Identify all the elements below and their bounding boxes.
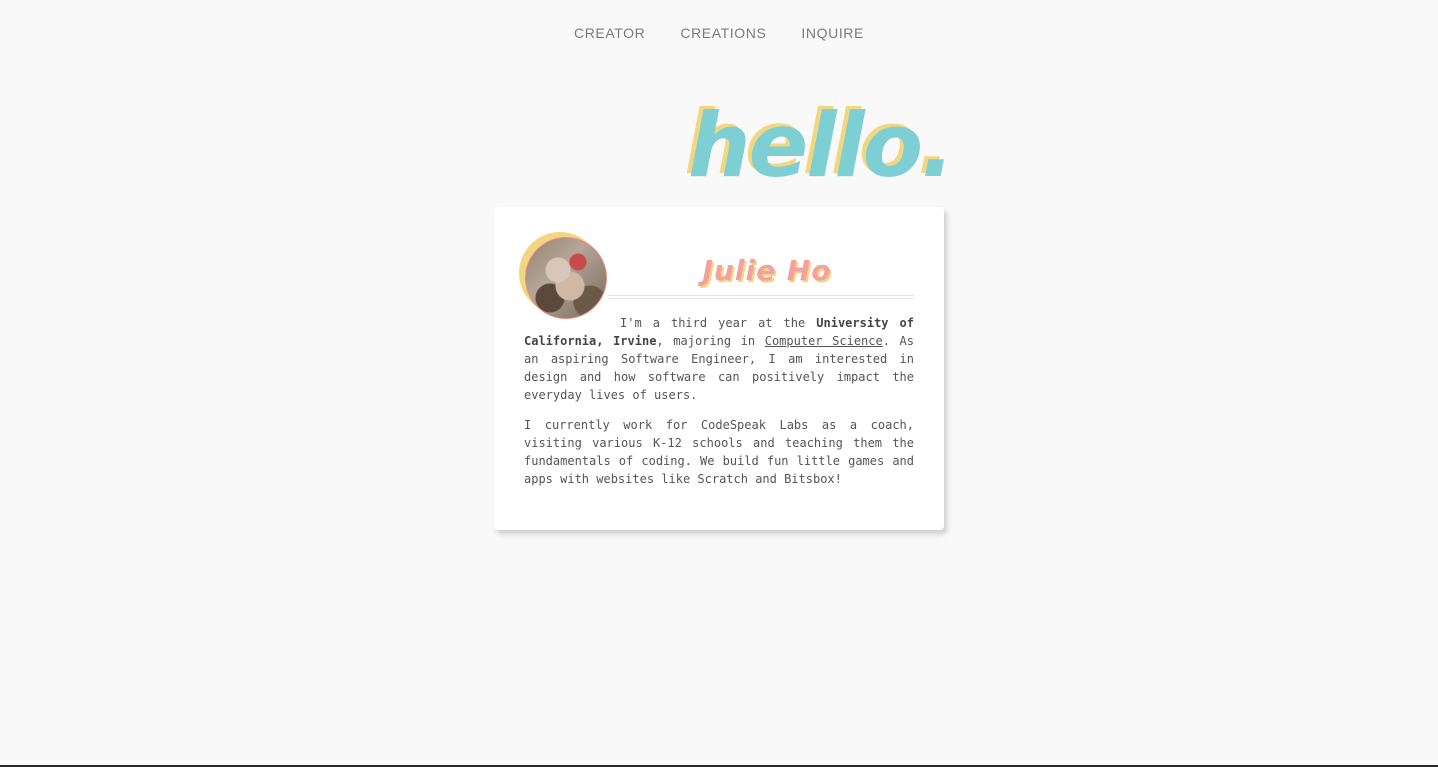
- nav-inquire-link[interactable]: INQUIRE: [801, 25, 864, 41]
- bio-p1-middle: , majoring in: [656, 334, 765, 348]
- hero-title: hello.: [688, 94, 955, 197]
- bio-paragraph-1: I'm a third year at the University of Ca…: [524, 314, 914, 404]
- bio-text: I'm a third year at the University of Ca…: [524, 314, 914, 500]
- major-link[interactable]: Computer Science: [765, 334, 883, 348]
- avatar-frame: [519, 232, 607, 320]
- bio-p1-intro: I'm a third year at the: [620, 316, 817, 330]
- profile-card: Julie Ho I'm a third year at the Univers…: [494, 207, 944, 530]
- avatar: [525, 237, 607, 319]
- profile-name: Julie Ho: [702, 254, 832, 287]
- nav-creations-link[interactable]: CREATIONS: [680, 25, 766, 41]
- name-divider: [608, 295, 914, 299]
- bio-paragraph-2: I currently work for CodeSpeak Labs as a…: [524, 418, 914, 486]
- top-nav: CREATOR CREATIONS INQUIRE: [0, 25, 1438, 41]
- nav-creator-link[interactable]: CREATOR: [574, 25, 645, 41]
